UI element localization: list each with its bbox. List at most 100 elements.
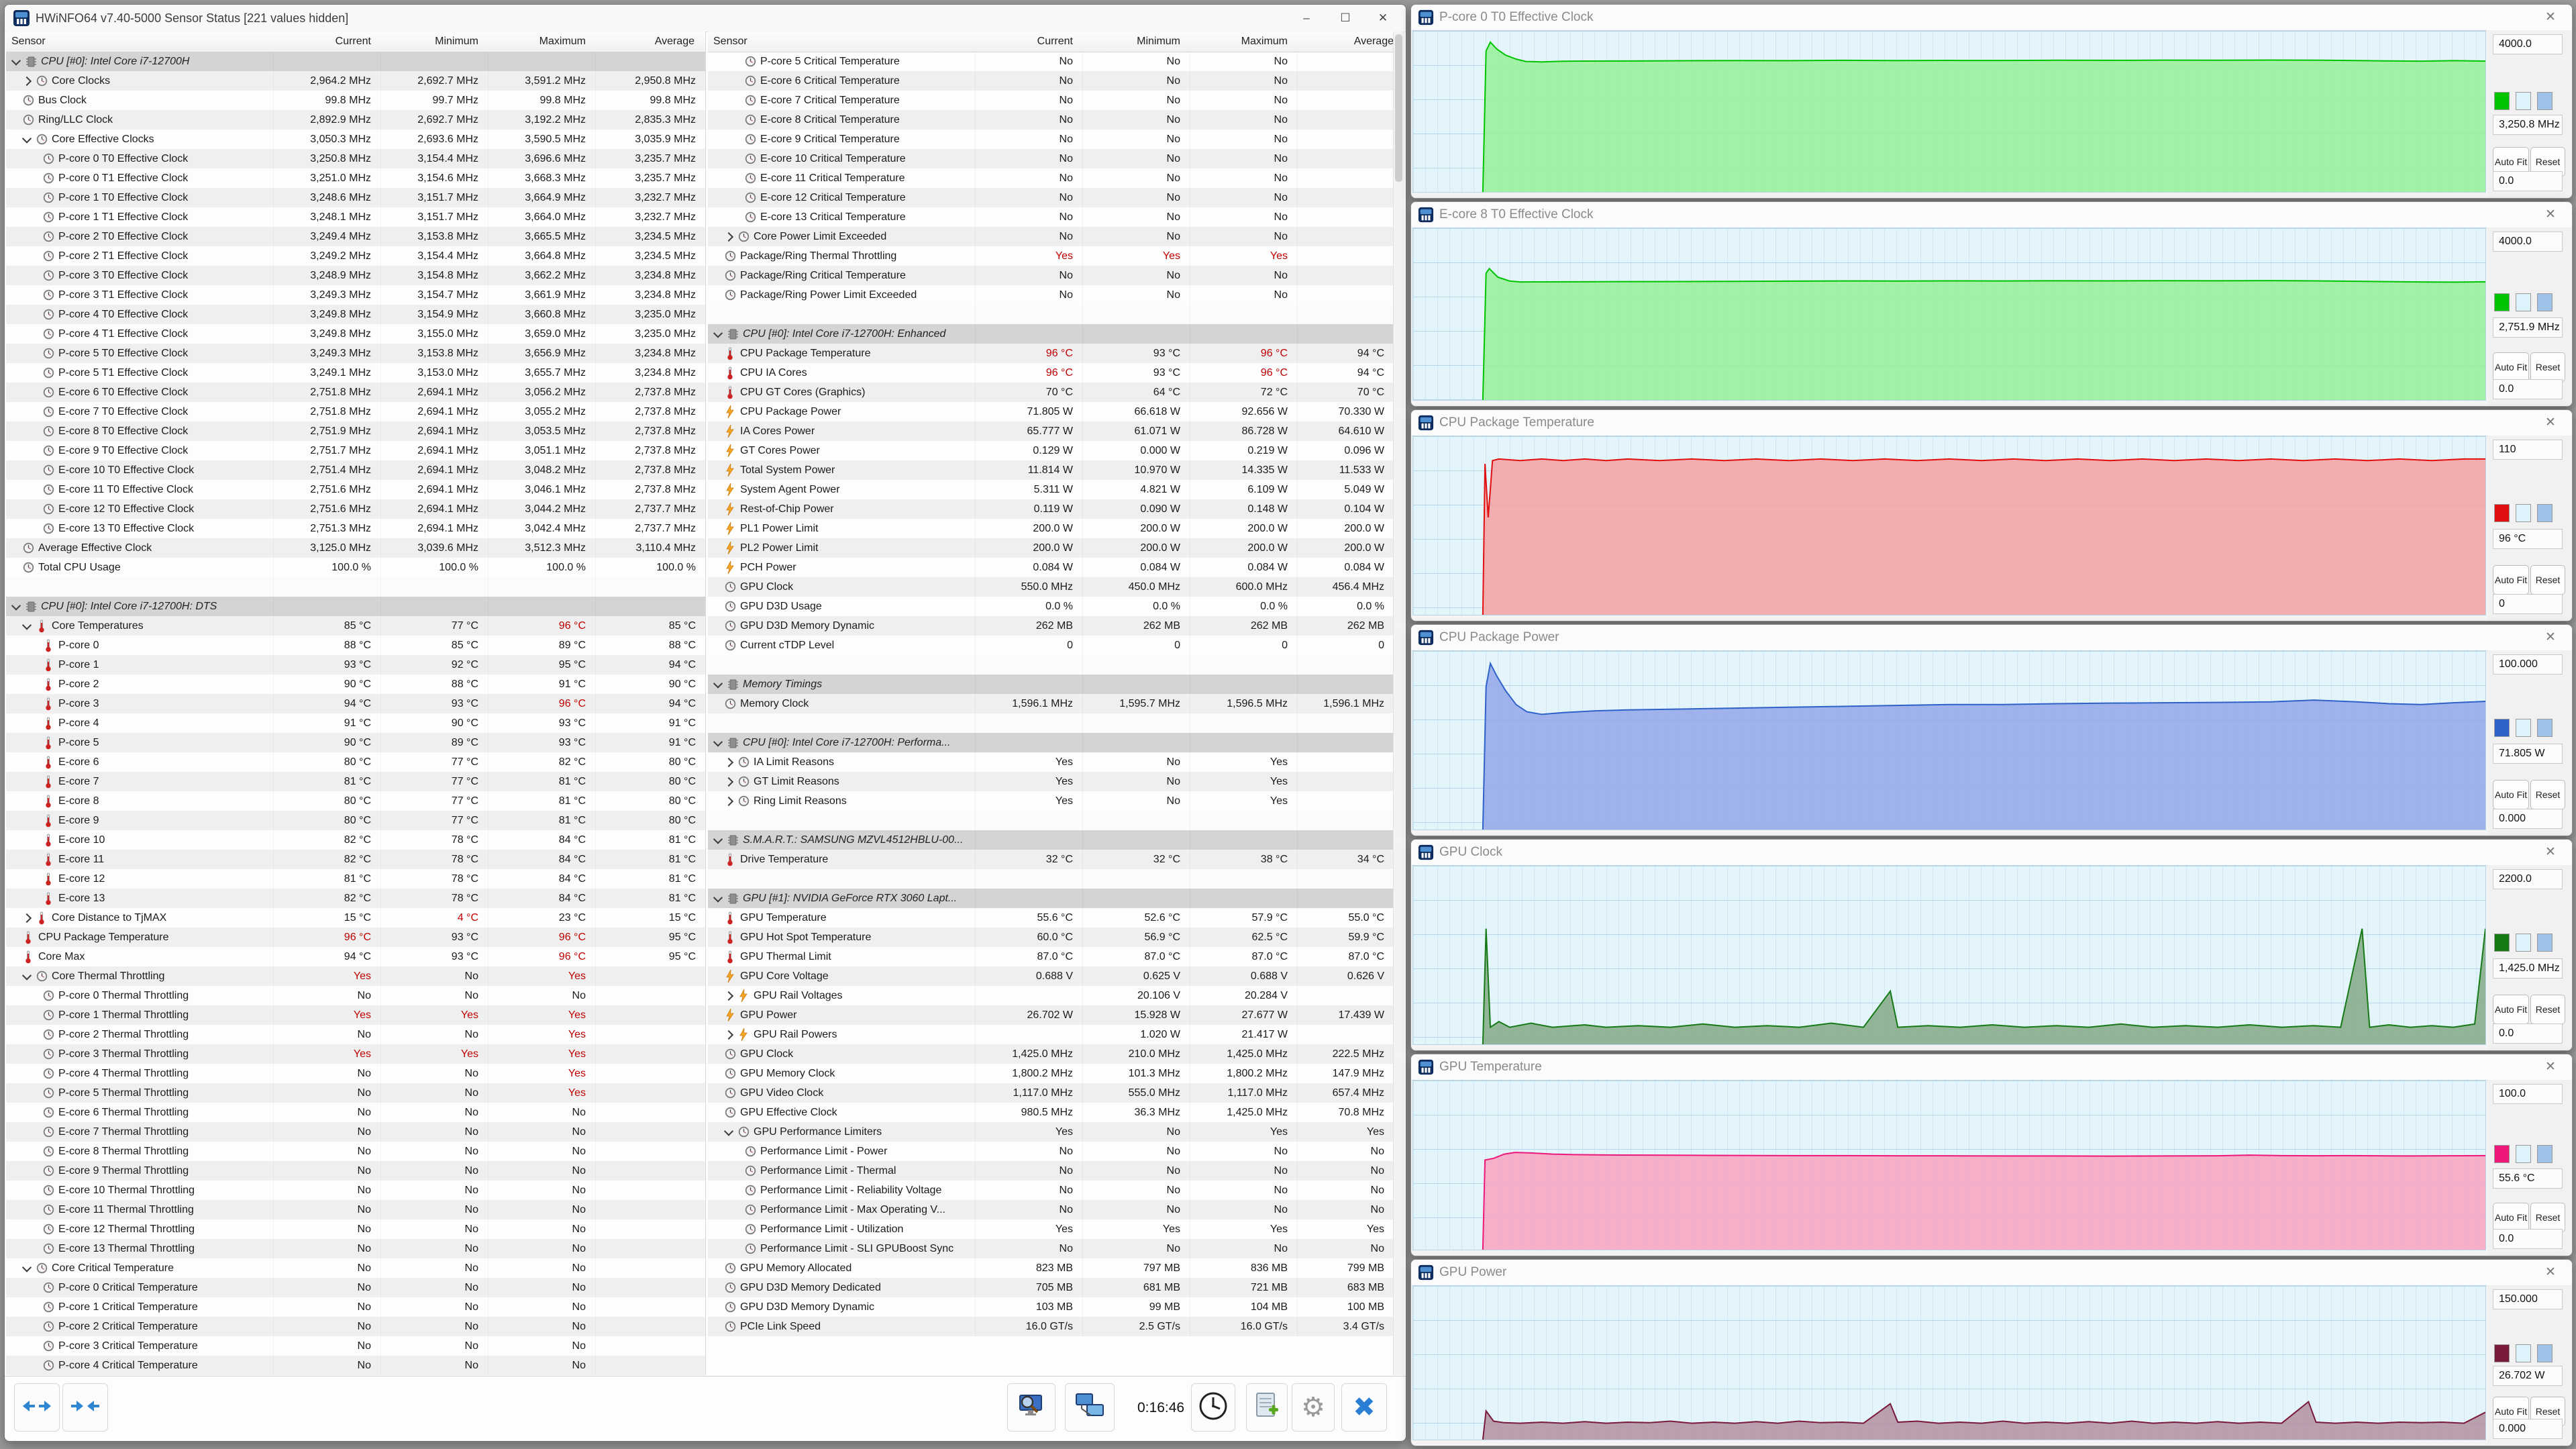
sensor-row[interactable]: Bus Clock99.8 MHz99.7 MHz99.8 MHz99.8 MH… <box>6 91 705 110</box>
sensor-row[interactable]: P-core 0 T0 Effective Clock3,250.8 MHz3,… <box>6 149 705 168</box>
chevron-down-icon[interactable] <box>11 56 21 65</box>
sensor-row[interactable]: E-core 12 T0 Effective Clock2,751.6 MHz2… <box>6 499 705 519</box>
sensor-row[interactable]: Performance Limit - SLI GPUBoost SyncNoN… <box>708 1239 1394 1258</box>
column-current[interactable]: Current <box>273 32 371 52</box>
column-sensor[interactable]: Sensor <box>11 32 46 52</box>
sensor-row[interactable]: GPU Hot Spot Temperature60.0 °C56.9 °C62… <box>708 928 1394 947</box>
graph-plot[interactable] <box>1412 1285 2486 1440</box>
sensor-row[interactable]: P-core 1 Thermal ThrottlingYesYesYes <box>6 1005 705 1025</box>
sensor-row[interactable]: Performance Limit - Max Operating V...No… <box>708 1200 1394 1219</box>
sensor-row[interactable]: Performance Limit - UtilizationYesYesYes… <box>708 1219 1394 1239</box>
sensor-row[interactable]: Core Effective Clocks3,050.3 MHz2,693.6 … <box>6 130 705 149</box>
collapse-columns-button[interactable] <box>62 1383 108 1432</box>
minimize-button[interactable]: – <box>1288 6 1325 30</box>
column-average[interactable]: Average <box>595 32 694 52</box>
sensor-row[interactable]: Core Clocks2,964.2 MHz2,692.7 MHz3,591.2… <box>6 71 705 91</box>
chevron-down-icon[interactable] <box>713 679 723 688</box>
sensor-row[interactable]: GPU D3D Memory Dynamic262 MB262 MB262 MB… <box>708 616 1394 636</box>
chevron-down-icon[interactable] <box>724 1126 733 1136</box>
graph-plot[interactable] <box>1412 228 2486 401</box>
background-color-swatch[interactable] <box>2516 1145 2531 1163</box>
sensor-row[interactable]: P-core 2 Thermal ThrottlingNoNoYes <box>6 1025 705 1044</box>
settings-button[interactable]: ⚙ <box>1292 1383 1335 1432</box>
sensor-row[interactable]: P-core 0 Critical TemperatureNoNoNo <box>6 1278 705 1297</box>
chevron-down-icon[interactable] <box>22 970 32 980</box>
sensor-row[interactable]: Package/Ring Power Limit ExceededNoNoNo <box>708 285 1394 305</box>
sensor-row[interactable]: E-core 680 °C77 °C82 °C80 °C <box>6 752 705 772</box>
sensor-row[interactable]: System Agent Power5.311 W4.821 W6.109 W5… <box>708 480 1394 499</box>
close-icon[interactable]: ✕ <box>2538 410 2563 436</box>
sensor-row[interactable]: P-core 2 Critical TemperatureNoNoNo <box>6 1317 705 1336</box>
graph-title-bar[interactable]: P-core 0 T0 Effective Clock✕ <box>1411 5 2572 31</box>
sensor-row[interactable]: E-core 7 T0 Effective Clock2,751.8 MHz2,… <box>6 402 705 421</box>
graph-plot[interactable] <box>1412 865 2486 1045</box>
sensor-row[interactable]: P-core 1 T1 Effective Clock3,248.1 MHz3,… <box>6 207 705 227</box>
sensor-row[interactable]: E-core 781 °C77 °C81 °C80 °C <box>6 772 705 791</box>
sensor-row[interactable]: Current cTDP Level0000 <box>708 636 1394 655</box>
background-color-swatch[interactable] <box>2516 293 2531 311</box>
sensor-row[interactable]: P-core 5 T0 Effective Clock3,249.3 MHz3,… <box>6 344 705 363</box>
scrollbar-thumb[interactable] <box>1395 34 1402 182</box>
sensor-row[interactable]: GT Limit ReasonsYesNoYes <box>708 772 1394 791</box>
sensor-section-row[interactable]: CPU [#0]: Intel Core i7-12700H: Enhanced <box>708 324 1394 344</box>
sensor-row[interactable]: E-core 9 T0 Effective Clock2,751.7 MHz2,… <box>6 441 705 460</box>
sensor-row[interactable]: Performance Limit - ThermalNoNoNoNo <box>708 1161 1394 1181</box>
sensor-row[interactable]: P-core 193 °C92 °C95 °C94 °C <box>6 655 705 674</box>
report-button[interactable] <box>1246 1383 1288 1432</box>
grid-color-swatch[interactable] <box>2537 934 2553 952</box>
sensor-row[interactable]: E-core 11 Thermal ThrottlingNoNoNo <box>6 1200 705 1219</box>
auto-fit-button[interactable]: Auto Fit <box>2493 1203 2529 1232</box>
sensor-row[interactable]: IA Cores Power65.777 W61.071 W86.728 W64… <box>708 421 1394 441</box>
graph-plot[interactable] <box>1412 1080 2486 1250</box>
chevron-down-icon[interactable] <box>713 737 723 746</box>
sensor-row[interactable]: Package/Ring Critical TemperatureNoNoNo <box>708 266 1394 285</box>
sensor-row[interactable]: GPU D3D Memory Dedicated705 MB681 MB721 … <box>708 1278 1394 1297</box>
sensor-row[interactable]: E-core 13 Thermal ThrottlingNoNoNo <box>6 1239 705 1258</box>
vertical-scrollbar[interactable] <box>1393 32 1404 1375</box>
system-summary-button[interactable] <box>1007 1383 1055 1432</box>
sensor-row[interactable]: P-core 5 Thermal ThrottlingNoNoYes <box>6 1083 705 1103</box>
reset-button[interactable]: Reset <box>2530 352 2565 382</box>
background-color-swatch[interactable] <box>2516 92 2531 110</box>
close-icon[interactable]: ✕ <box>2538 840 2563 865</box>
series-color-swatch[interactable] <box>2494 293 2510 311</box>
window-title-bar[interactable]: HWiNFO64 v7.40-5000 Sensor Status [221 v… <box>5 5 1406 32</box>
sensor-row[interactable]: P-core 394 °C93 °C96 °C94 °C <box>6 694 705 713</box>
chevron-down-icon[interactable] <box>713 893 723 902</box>
sensor-row[interactable]: P-core 1 T0 Effective Clock3,248.6 MHz3,… <box>6 188 705 207</box>
graph-title-bar[interactable]: GPU Temperature✕ <box>1411 1054 2572 1081</box>
sensor-row[interactable]: Core Power Limit ExceededNoNoNo <box>708 227 1394 246</box>
sensor-row[interactable]: GPU Temperature55.6 °C52.6 °C57.9 °C55.0… <box>708 908 1394 928</box>
sensor-row[interactable]: CPU IA Cores96 °C93 °C96 °C94 °C <box>708 363 1394 383</box>
chevron-right-icon[interactable] <box>724 1030 733 1039</box>
sensor-row[interactable]: GPU D3D Usage0.0 %0.0 %0.0 %0.0 % <box>708 597 1394 616</box>
sensor-row[interactable]: E-core 980 °C77 °C81 °C80 °C <box>6 811 705 830</box>
graph-title-bar[interactable]: GPU Power✕ <box>1411 1260 2572 1286</box>
series-color-swatch[interactable] <box>2494 934 2510 952</box>
sensor-row[interactable]: Performance Limit - PowerNoNoNoNo <box>708 1142 1394 1161</box>
series-color-swatch[interactable] <box>2494 92 2510 110</box>
grid-color-swatch[interactable] <box>2537 504 2553 522</box>
sensor-row[interactable]: Drive Temperature32 °C32 °C38 °C34 °C <box>708 850 1394 869</box>
graph-title-bar[interactable]: E-core 8 T0 Effective Clock✕ <box>1411 202 2572 228</box>
sensor-row[interactable]: E-core 10 Critical TemperatureNoNoNo <box>708 149 1394 168</box>
clock-button[interactable] <box>1191 1383 1235 1432</box>
auto-fit-button[interactable]: Auto Fit <box>2493 565 2529 595</box>
chevron-down-icon[interactable] <box>11 601 21 610</box>
chevron-right-icon[interactable] <box>22 913 32 922</box>
sensor-row[interactable]: E-core 8 T0 Effective Clock2,751.9 MHz2,… <box>6 421 705 441</box>
close-icon[interactable]: ✕ <box>2538 5 2563 30</box>
sensor-row[interactable]: E-core 13 T0 Effective Clock2,751.3 MHz2… <box>6 519 705 538</box>
sensor-row[interactable]: GPU Effective Clock980.5 MHz36.3 MHz1,42… <box>708 1103 1394 1122</box>
grid-color-swatch[interactable] <box>2537 293 2553 311</box>
sensor-row[interactable]: GPU Core Voltage0.688 V0.625 V0.688 V0.6… <box>708 966 1394 986</box>
chevron-down-icon[interactable] <box>22 1262 32 1272</box>
sensor-row[interactable]: P-core 5 T1 Effective Clock3,249.1 MHz3,… <box>6 363 705 383</box>
sensor-row[interactable]: CPU Package Temperature96 °C93 °C96 °C95… <box>6 928 705 947</box>
column-sensor[interactable]: Sensor <box>713 32 748 52</box>
grid-color-swatch[interactable] <box>2537 1344 2553 1362</box>
sensor-row[interactable]: Ring Limit ReasonsYesNoYes <box>708 791 1394 811</box>
chevron-down-icon[interactable] <box>713 834 723 844</box>
sensor-row[interactable]: CPU Package Temperature96 °C93 °C96 °C94… <box>708 344 1394 363</box>
sensor-row[interactable]: GPU Clock550.0 MHz450.0 MHz600.0 MHz456.… <box>708 577 1394 597</box>
